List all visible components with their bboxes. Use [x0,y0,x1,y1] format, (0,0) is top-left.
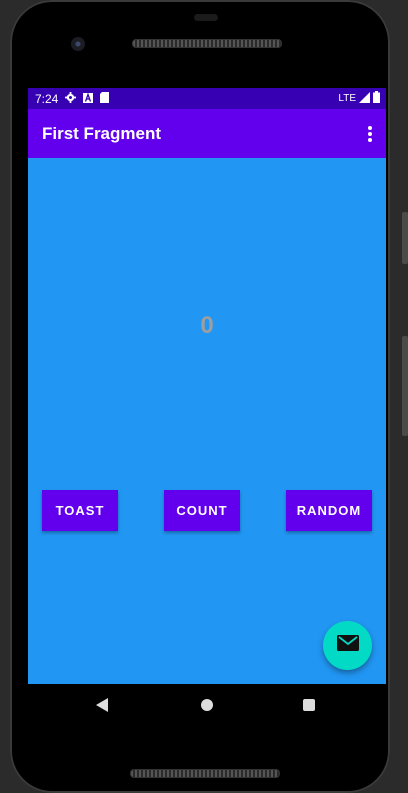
email-fab[interactable] [323,621,372,670]
volume-button[interactable] [402,336,408,436]
app-bar: First Fragment [28,109,386,158]
sd-card-icon [100,91,110,106]
recents-icon[interactable] [303,699,315,711]
signal-icon [359,91,370,106]
toast-button[interactable]: TOAST [42,490,118,531]
more-vert-icon[interactable] [368,126,372,142]
status-bar: 7:24 LTE [28,88,386,109]
top-speaker-grille [132,39,282,48]
count-display: 0 [200,312,214,339]
home-icon[interactable] [201,699,213,711]
a-icon [83,92,94,106]
bottom-speaker-grille [130,769,280,778]
navigation-bar [28,684,386,724]
count-button[interactable]: COUNT [164,490,240,531]
gear-icon [65,91,77,106]
status-time: 7:24 [35,91,59,106]
earpiece [194,14,218,21]
device-screen: 7:24 LTE First Fragment 0 TOAST COUNT RA [28,88,386,684]
email-icon [336,635,359,656]
front-camera [71,37,85,51]
page-title: First Fragment [42,124,162,143]
battery-icon [373,91,380,106]
network-type: LTE [338,93,356,104]
random-button[interactable]: RANDOM [286,490,372,531]
power-button[interactable] [402,212,408,264]
back-icon[interactable] [96,698,108,712]
status-right-group: LTE [338,88,380,109]
